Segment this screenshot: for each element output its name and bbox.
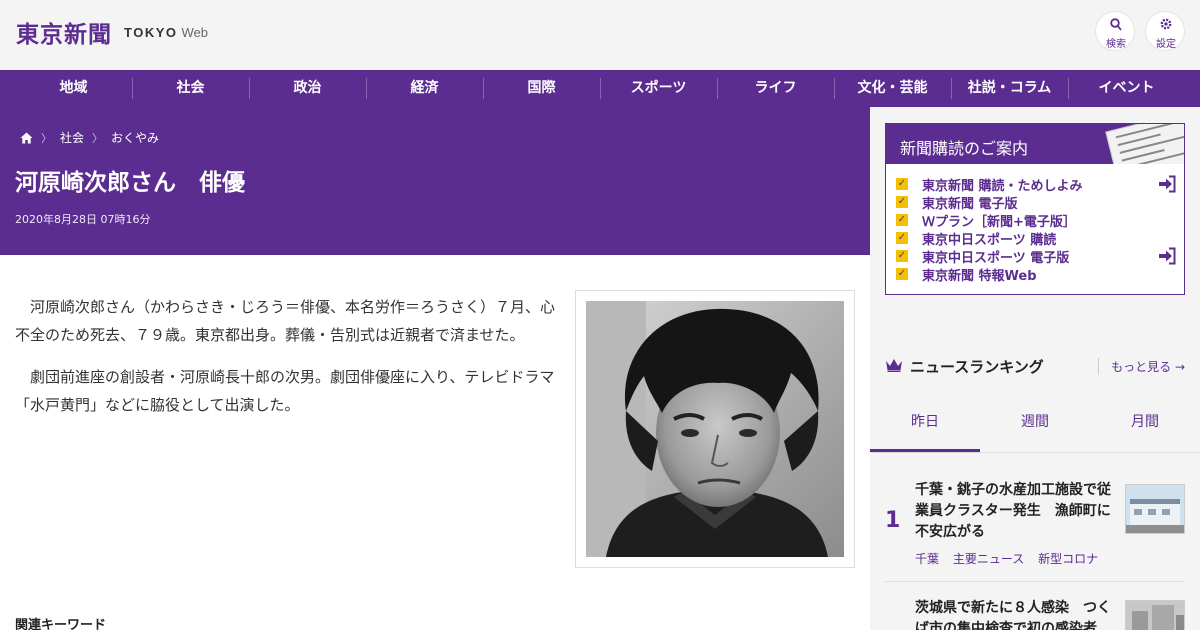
check-icon: ✓ <box>896 178 908 190</box>
site-logo[interactable]: 東京新聞 TOKYO Web <box>16 15 208 49</box>
subscription-link[interactable]: 東京新聞 電子版 <box>922 193 1018 212</box>
crown-icon <box>886 359 902 372</box>
subscription-box: 新聞購読のご案内 ✓ 東京新聞 購読・ためしよみ ✓ 東京新聞 電子版 ✓ Ｗプ… <box>885 123 1185 295</box>
ranking-headline[interactable]: 茨城県で新たに８人感染 つくば市の集中検査で初の感染者… <box>915 598 1115 630</box>
arrow-right-icon: → <box>1174 360 1185 374</box>
tag-link[interactable]: 主要ニュース <box>953 552 1024 566</box>
article-date: 2020年8月28日 07時16分 <box>15 213 151 226</box>
search-button[interactable]: 検索 <box>1095 11 1135 51</box>
nav-item-region[interactable]: 地域 <box>15 70 132 107</box>
nav-item-culture[interactable]: 文化・芸能 <box>834 70 951 107</box>
page-title: 河原崎次郎さん 俳優 <box>15 170 245 196</box>
nav-item-life[interactable]: ライフ <box>717 70 834 107</box>
subscription-item[interactable]: ✓ 東京新聞 特報Web <box>896 265 1176 284</box>
ranking-tabs: 昨日 週間 月間 <box>870 396 1200 452</box>
rank-number: 1 <box>885 508 901 533</box>
check-icon: ✓ <box>896 232 908 244</box>
subscription-item[interactable]: ✓ Ｗプラン［新聞+電子版］ <box>896 211 1176 230</box>
article-photo[interactable] <box>575 290 855 568</box>
subscription-link[interactable]: 東京新聞 特報Web <box>922 265 1037 284</box>
settings-label: 設定 <box>1156 39 1176 50</box>
breadcrumb-obituary[interactable]: おくやみ <box>111 129 159 146</box>
nav-item-events[interactable]: イベント <box>1068 70 1185 107</box>
subscription-list: ✓ 東京新聞 購読・ためしよみ ✓ 東京新聞 電子版 ✓ Ｗプラン［新聞+電子版… <box>896 175 1176 284</box>
related-keywords-heading: 関連キーワード <box>15 618 107 630</box>
subscription-item[interactable]: ✓ 東京中日スポーツ 電子版 <box>896 247 1176 266</box>
check-icon: ✓ <box>896 250 908 262</box>
login-arrow-icon[interactable] <box>1158 175 1176 193</box>
search-label: 検索 <box>1106 39 1126 50</box>
nav-item-society[interactable]: 社会 <box>132 70 249 107</box>
nav-item-international[interactable]: 国際 <box>483 70 600 107</box>
nav-item-politics[interactable]: 政治 <box>249 70 366 107</box>
chevron-right-icon: 〉 <box>92 131 104 145</box>
subscription-header: 新聞購読のご案内 <box>886 124 1184 164</box>
nav-item-sports[interactable]: スポーツ <box>600 70 717 107</box>
check-icon: ✓ <box>896 196 908 208</box>
settings-button[interactable]: 設定 <box>1145 11 1185 51</box>
gear-icon <box>1160 18 1172 30</box>
ranking-header: ニュースランキング もっと見る → <box>885 355 1185 377</box>
breadcrumb-society[interactable]: 社会 <box>60 129 84 146</box>
article-body: 河原崎次郎さん（かわらさき・じろう＝俳優、本名労作＝ろうさく）７月、心不全のため… <box>15 293 560 433</box>
chevron-right-icon: 〉 <box>41 131 52 145</box>
logo-web: Web <box>181 24 209 40</box>
home-icon[interactable] <box>20 132 33 144</box>
subscription-link[interactable]: Ｗプラン［新聞+電子版］ <box>922 211 1076 230</box>
ranking-thumbnail[interactable] <box>1125 600 1185 630</box>
ranking-tags: 千葉 主要ニュース 新型コロナ <box>915 550 1108 567</box>
site-header: 東京新聞 TOKYO Web 検索 設定 <box>0 0 1200 70</box>
ranking-title: ニュースランキング <box>910 358 1044 376</box>
see-more-label: もっと見る <box>1111 360 1172 374</box>
subscription-item[interactable]: ✓ 東京新聞 購読・ためしよみ <box>896 175 1176 194</box>
ranking-headline[interactable]: 千葉・銚子の水産加工施設で従業員クラスター発生 漁師町に不安広がる <box>915 480 1115 543</box>
login-arrow-icon[interactable] <box>1158 247 1176 265</box>
article-paragraph: 河原崎次郎さん（かわらさき・じろう＝俳優、本名労作＝ろうさく）７月、心不全のため… <box>15 298 556 344</box>
subscription-item[interactable]: ✓ 東京中日スポーツ 購読 <box>896 229 1176 248</box>
logo-kanji: 東京新聞 <box>16 21 112 48</box>
breadcrumb: 〉 社会 〉 おくやみ <box>20 129 159 146</box>
article-paragraph: 劇団前進座の創設者・河原崎長十郎の次男。劇団俳優座に入り、テレビドラマ「水戸黄門… <box>15 368 555 414</box>
subscription-link[interactable]: 東京新聞 購読・ためしよみ <box>922 175 1083 194</box>
newspaper-illustration <box>1105 124 1184 164</box>
check-icon: ✓ <box>896 268 908 280</box>
subscription-title: 新聞購読のご案内 <box>900 139 1029 158</box>
portrait-image <box>586 301 844 557</box>
nav-item-editorial[interactable]: 社説・コラム <box>951 70 1068 107</box>
ranking-thumbnail[interactable] <box>1125 484 1185 534</box>
see-more-link[interactable]: もっと見る → <box>1098 358 1185 375</box>
tag-link[interactable]: 千葉 <box>915 552 939 566</box>
nav-item-economy[interactable]: 経済 <box>366 70 483 107</box>
subscription-link[interactable]: 東京中日スポーツ 購読 <box>922 229 1056 248</box>
tab-monthly[interactable]: 月間 <box>1090 396 1200 452</box>
search-icon <box>1110 18 1122 31</box>
tab-weekly[interactable]: 週間 <box>980 396 1090 452</box>
sidebar: 新聞購読のご案内 ✓ 東京新聞 購読・ためしよみ ✓ 東京新聞 電子版 ✓ Ｗプ… <box>870 107 1200 630</box>
subscription-item[interactable]: ✓ 東京新聞 電子版 <box>896 193 1176 212</box>
subscription-link[interactable]: 東京中日スポーツ 電子版 <box>922 247 1069 266</box>
check-icon: ✓ <box>896 214 908 226</box>
article-header: 〉 社会 〉 おくやみ 河原崎次郎さん 俳優 2020年8月28日 07時16分 <box>0 107 870 255</box>
tab-yesterday[interactable]: 昨日 <box>870 396 980 452</box>
tag-link[interactable]: 新型コロナ <box>1038 552 1098 566</box>
logo-english: TOKYO <box>124 24 178 40</box>
main-nav: 地域 社会 政治 経済 国際 スポーツ ライフ 文化・芸能 社説・コラム イベン… <box>0 70 1200 107</box>
